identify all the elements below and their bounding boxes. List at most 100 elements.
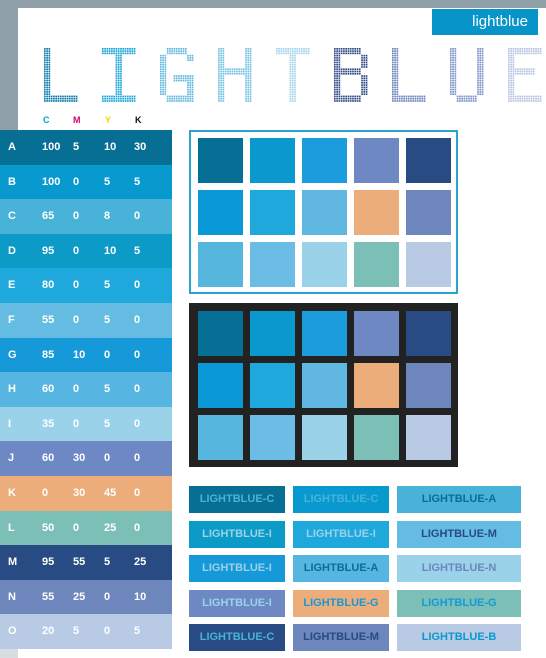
cmyk-value-k: 0	[134, 383, 141, 396]
dark-panel-swatch	[406, 311, 451, 356]
light-panel-swatch	[302, 190, 347, 235]
cmyk-value-k: 10	[134, 590, 147, 603]
cmyk-value-m: 0	[73, 521, 80, 534]
dark-panel-swatch	[198, 311, 243, 356]
dark-panel-swatch	[302, 311, 347, 356]
cmyk-value-k: 25	[134, 556, 147, 569]
color-chip: LIGHTBLUE-A	[397, 486, 521, 513]
cmyk-value-m: 0	[73, 314, 80, 326]
color-row-l: L 50 0 25 0	[0, 510, 172, 546]
light-panel-swatch	[198, 190, 243, 235]
cmyk-value-c: 65	[42, 210, 55, 223]
cmyk-value-m: 0	[73, 244, 80, 257]
color-row-k: K 0 30 45 0	[0, 476, 172, 511]
color-row-b: B 100 0 5 5	[0, 164, 172, 200]
dark-panel-swatch	[250, 311, 295, 356]
row-label: C	[8, 210, 16, 223]
color-chip: LIGHTBLUE-I	[189, 589, 285, 617]
cmyk-value-m: 30	[73, 487, 86, 499]
row-label: D	[8, 244, 16, 257]
light-panel-swatch	[302, 242, 347, 287]
row-label: K	[8, 487, 16, 499]
palette-panel-light	[189, 130, 458, 294]
color-chip: LIGHTBLUE-I	[189, 555, 285, 583]
row-label: G	[8, 348, 17, 361]
cmyk-value-c: 60	[42, 383, 55, 396]
cmyk-value-k: 0	[134, 452, 141, 465]
row-label: M	[8, 556, 18, 569]
title-letter-u	[450, 48, 484, 102]
color-chip: LIGHTBLUE-G	[397, 589, 521, 617]
cmyk-value-k: 5	[134, 625, 141, 638]
cmyk-value-m: 0	[73, 175, 80, 188]
row-label: N	[8, 590, 16, 603]
color-row-e: E 80 0 5 0	[0, 268, 172, 304]
title-letter-i	[102, 48, 136, 102]
light-panel-swatch	[198, 138, 243, 183]
cmyk-value-y: 5	[104, 175, 111, 188]
cmyk-value-m: 30	[73, 452, 86, 465]
color-chip: LIGHTBLUE-N	[397, 555, 521, 583]
light-panel-swatch	[354, 190, 399, 235]
light-panel-swatch	[406, 138, 451, 183]
cmyk-value-k: 0	[134, 279, 141, 292]
palette-panel-dark	[189, 303, 458, 467]
cmyk-value-k: 0	[134, 210, 141, 223]
cmyk-value-k: 5	[134, 244, 141, 257]
row-label: O	[8, 625, 17, 638]
color-row-h: H 60 0 5 0	[0, 372, 172, 408]
cmyk-header-k: K	[135, 115, 142, 125]
pixel-title	[44, 48, 542, 102]
color-row-o: O 20 5 0 5	[0, 614, 172, 650]
cmyk-value-y: 5	[104, 417, 111, 430]
cmyk-value-y: 25	[104, 521, 117, 534]
cmyk-value-y: 5	[104, 279, 111, 292]
cmyk-value-c: 95	[42, 556, 55, 569]
color-row-d: D 95 0 10 5	[0, 233, 172, 269]
color-chip: LIGHTBLUE-G	[293, 589, 389, 617]
cmyk-value-c: 35	[42, 417, 55, 430]
cmyk-value-m: 5	[73, 625, 80, 638]
cmyk-value-y: 0	[104, 348, 111, 361]
color-chip: LIGHTBLUE-M	[397, 520, 521, 548]
color-row-f: F 55 0 5 0	[0, 303, 172, 338]
color-chip: LIGHTBLUE-A	[293, 555, 389, 583]
cmyk-value-c: 60	[42, 452, 55, 465]
dark-panel-swatch	[354, 363, 399, 408]
light-panel-swatch	[250, 242, 295, 287]
dark-panel-swatch	[354, 311, 399, 356]
light-panel-swatch	[198, 242, 243, 287]
row-label: F	[8, 314, 15, 326]
dark-panel-swatch	[250, 415, 295, 460]
cmyk-value-m: 0	[73, 383, 80, 396]
cmyk-value-m: 0	[73, 279, 80, 292]
cmyk-value-m: 55	[73, 556, 86, 569]
cmyk-value-y: 8	[104, 210, 111, 223]
light-panel-swatch	[302, 138, 347, 183]
dark-panel-swatch	[354, 415, 399, 460]
color-row-j: J 60 30 0 0	[0, 441, 172, 477]
cmyk-value-y: 0	[104, 590, 111, 603]
cmyk-value-c: 95	[42, 244, 55, 257]
row-label: B	[8, 175, 16, 188]
dark-panel-swatch	[406, 363, 451, 408]
cmyk-value-y: 10	[104, 141, 117, 153]
cmyk-value-k: 30	[134, 141, 147, 153]
cmyk-value-c: 55	[42, 314, 55, 326]
cmyk-value-c: 0	[42, 487, 49, 499]
dark-panel-swatch	[198, 415, 243, 460]
row-label: E	[8, 279, 16, 292]
cmyk-value-y: 45	[104, 487, 117, 499]
cmyk-value-c: 50	[42, 521, 55, 534]
title-letter-g	[160, 48, 194, 102]
light-panel-swatch	[406, 242, 451, 287]
dark-panel-swatch	[406, 415, 451, 460]
color-chip: LIGHTBLUE-C	[293, 486, 389, 513]
light-panel-swatch	[354, 138, 399, 183]
title-letter-t	[276, 48, 310, 102]
cmyk-value-y: 0	[104, 452, 111, 465]
title-letter-h	[218, 48, 252, 102]
dark-panel-swatch	[302, 415, 347, 460]
color-row-g: G 85 10 0 0	[0, 337, 172, 373]
color-row-i: I 35 0 5 0	[0, 406, 172, 442]
